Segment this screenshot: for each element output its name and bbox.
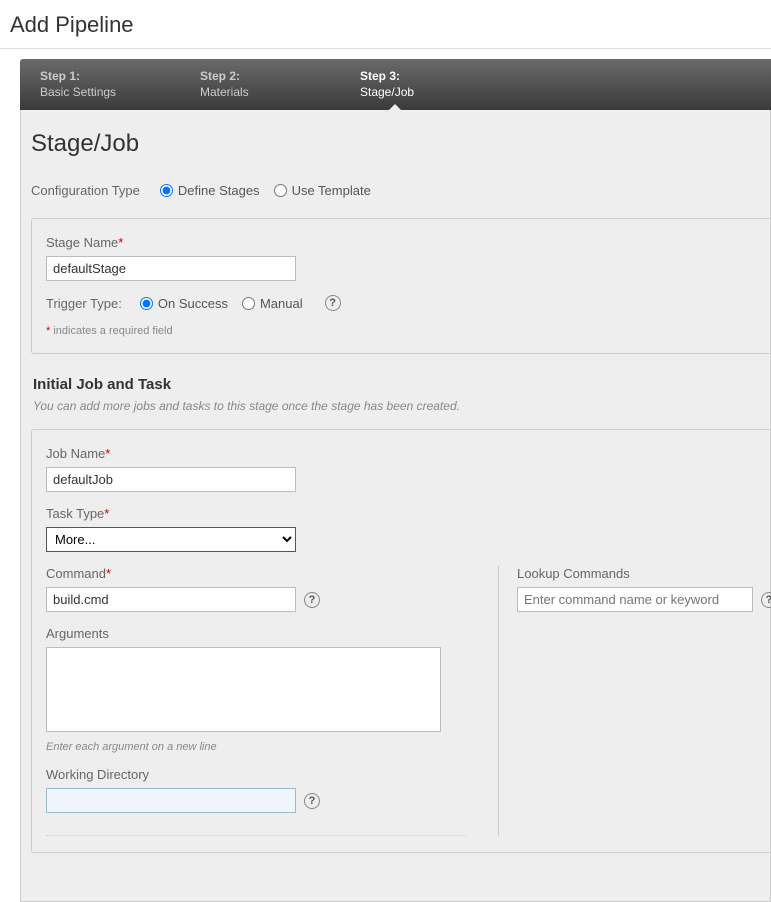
stage-name-input[interactable] [46, 256, 296, 281]
required-marker: * [105, 446, 110, 461]
radio-define-stages-input[interactable] [160, 184, 173, 197]
help-icon[interactable]: ? [304, 592, 320, 608]
wizard-step-materials[interactable]: Step 2: Materials [180, 59, 340, 110]
radio-define-stages[interactable]: Define Stages [160, 183, 260, 198]
stage-panel: Stage Name* Trigger Type: On Success Man… [31, 218, 770, 354]
arguments-textarea[interactable] [46, 647, 441, 732]
page-title: Add Pipeline [10, 12, 761, 38]
wizard-step-basic-settings[interactable]: Step 1: Basic Settings [20, 59, 180, 110]
radio-on-success-input[interactable] [140, 297, 153, 310]
step-label: Basic Settings [40, 85, 160, 101]
lookup-commands-input[interactable] [517, 587, 753, 612]
wizard-nav: Step 1: Basic Settings Step 2: Materials… [20, 59, 771, 110]
initial-job-desc: You can add more jobs and tasks to this … [33, 399, 770, 413]
trigger-type-row: Trigger Type: On Success Manual ? [46, 295, 756, 311]
required-note: * indicates a required field [46, 325, 756, 337]
job-name-input[interactable] [46, 467, 296, 492]
lookup-commands-label: Lookup Commands [517, 566, 771, 581]
help-icon[interactable]: ? [761, 592, 771, 608]
help-icon[interactable]: ? [304, 793, 320, 809]
arguments-label: Arguments [46, 626, 466, 641]
command-label: Command* [46, 566, 466, 581]
step-title: Step 2: [200, 69, 320, 85]
step-title: Step 1: [40, 69, 160, 85]
radio-label: On Success [158, 296, 228, 311]
label-text: Job Name [46, 446, 105, 461]
trigger-type-label: Trigger Type: [46, 296, 122, 311]
label-text: Command [46, 566, 106, 581]
label-text: Stage Name [46, 235, 118, 250]
step-title: Step 3: [360, 69, 480, 85]
required-marker: * [106, 566, 111, 581]
task-type-label: Task Type* [46, 506, 756, 521]
required-marker: * [118, 235, 123, 250]
working-dir-input[interactable] [46, 788, 296, 813]
wizard-step-stage-job[interactable]: Step 3: Stage/Job [340, 59, 500, 110]
panel-heading: Stage/Job [31, 130, 770, 158]
step-label: Materials [200, 85, 320, 101]
radio-label: Define Stages [178, 183, 260, 198]
step-label: Stage/Job [360, 85, 480, 101]
working-dir-label: Working Directory [46, 767, 466, 782]
radio-use-template[interactable]: Use Template [274, 183, 371, 198]
radio-manual-input[interactable] [242, 297, 255, 310]
help-icon[interactable]: ? [325, 295, 341, 311]
job-panel: Job Name* Task Type* More... Command* [31, 429, 770, 853]
required-marker: * [104, 506, 109, 521]
page-header: Add Pipeline [0, 0, 771, 49]
task-type-select[interactable]: More... [46, 527, 296, 552]
label-text: Task Type [46, 506, 104, 521]
radio-on-success[interactable]: On Success [140, 296, 228, 311]
command-input[interactable] [46, 587, 296, 612]
initial-job-heading: Initial Job and Task [33, 376, 770, 393]
radio-manual[interactable]: Manual [242, 296, 303, 311]
config-type-row: Configuration Type Define Stages Use Tem… [31, 183, 770, 198]
arguments-hint: Enter each argument on a new line [46, 741, 466, 753]
divider [46, 835, 466, 836]
content-panel: Stage/Job Configuration Type Define Stag… [20, 110, 771, 902]
stage-name-label: Stage Name* [46, 235, 756, 250]
radio-label: Use Template [292, 183, 371, 198]
job-name-label: Job Name* [46, 446, 756, 461]
radio-use-template-input[interactable] [274, 184, 287, 197]
note-text: indicates a required field [50, 325, 172, 337]
radio-label: Manual [260, 296, 303, 311]
config-type-label: Configuration Type [31, 183, 140, 198]
